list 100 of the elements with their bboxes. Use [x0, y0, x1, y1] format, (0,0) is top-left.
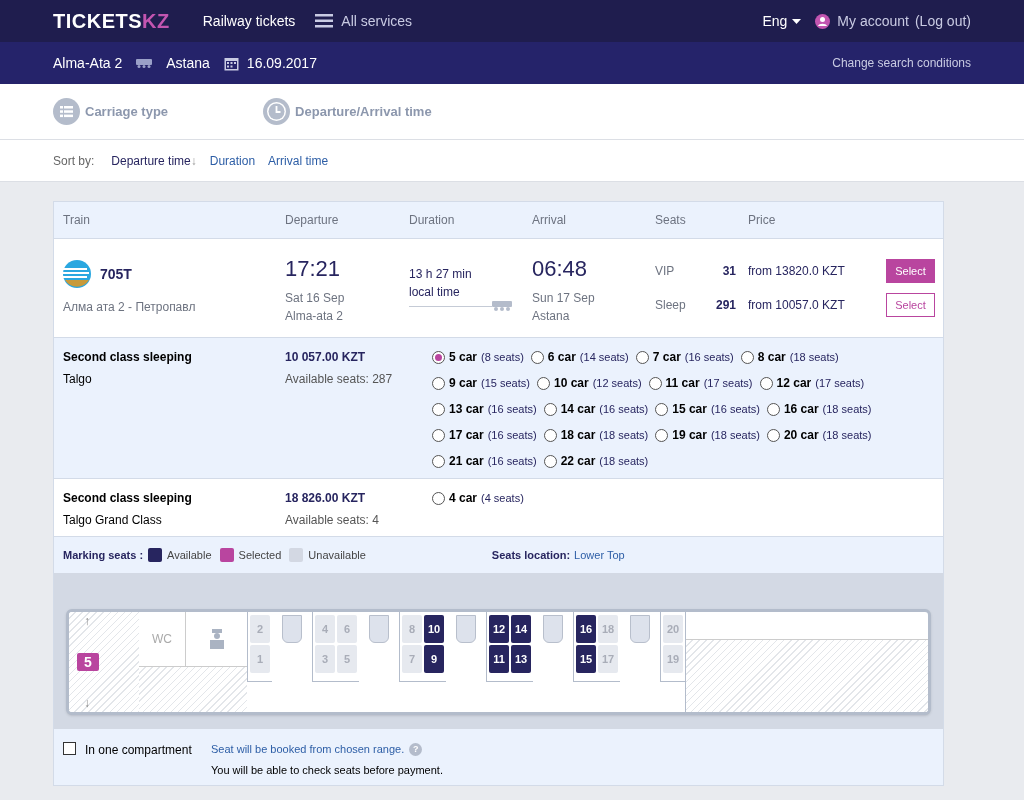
seat[interactable]: 10 — [424, 615, 444, 643]
car-option[interactable]: 22 car (18 seats) — [543, 451, 649, 471]
available-seats: Available seats: 4 — [285, 511, 432, 529]
column-header: Seats — [655, 212, 687, 229]
conductor-icon — [208, 629, 225, 649]
seat[interactable]: 12 — [489, 615, 509, 643]
origin-station: Alma-Ata 2 — [53, 53, 123, 73]
seat[interactable]: 15 — [576, 645, 596, 673]
departure-date: Sat 16 Sep — [285, 289, 346, 307]
seat[interactable]: 14 — [511, 615, 531, 643]
train-icon — [492, 301, 512, 311]
sort-label: Sort by: — [53, 152, 95, 170]
checkbox[interactable] — [63, 742, 76, 755]
select-button[interactable]: Select — [886, 293, 935, 317]
radio-button[interactable] — [766, 402, 780, 416]
seat[interactable]: 16 — [576, 615, 596, 643]
car-option[interactable]: 15 car (16 seats) — [655, 399, 760, 419]
down-arrow: ↓ — [83, 696, 91, 710]
sort-option[interactable]: Duration — [209, 151, 256, 170]
caret-icon — [792, 18, 802, 24]
sort-option[interactable]: Arrival time — [268, 151, 329, 170]
nav-link[interactable]: All services — [315, 10, 413, 32]
language-dropdown[interactable]: Eng — [762, 10, 802, 32]
radio-button[interactable] — [648, 376, 662, 390]
seat[interactable]: 13 — [511, 645, 531, 673]
car-option[interactable]: 10 car (12 seats) — [536, 373, 642, 393]
car-option[interactable]: 21 car (16 seats) — [432, 451, 537, 471]
car-number-badge: 5 — [77, 653, 99, 671]
arrival-time: 06:48 — [532, 254, 589, 283]
class-name: VIP — [655, 263, 676, 280]
car-option[interactable]: 8 car (18 seats) — [740, 347, 839, 367]
carriage-price: 10 057.00 KZT — [285, 349, 367, 366]
car-option[interactable]: 7 car (16 seats) — [635, 347, 734, 367]
radio-button[interactable] — [543, 454, 557, 468]
radio-button[interactable] — [635, 350, 649, 364]
account-link[interactable]: My account — [837, 10, 909, 32]
carriage-price: 18 826.00 KZT — [285, 490, 367, 507]
table-icon — [630, 615, 650, 643]
car-option[interactable]: 18 car (18 seats) — [543, 425, 649, 445]
radio-button[interactable] — [432, 376, 445, 390]
car-option[interactable]: 12 car (17 seats) — [759, 373, 865, 393]
radio-button[interactable] — [432, 454, 445, 468]
radio-button[interactable] — [543, 402, 557, 416]
radio-button[interactable] — [740, 350, 754, 364]
travel-date: 16.09.2017 — [246, 53, 317, 73]
seat[interactable]: 9 — [424, 645, 444, 673]
car-option[interactable]: 19 car (18 seats) — [655, 425, 760, 445]
car-option[interactable]: 4 car (4 seats) — [432, 488, 524, 508]
car-option[interactable]: 6 car (14 seats) — [530, 347, 629, 367]
radio-button[interactable] — [543, 428, 557, 442]
radio-button[interactable] — [766, 428, 780, 442]
radio-button[interactable] — [432, 402, 445, 416]
sort-option[interactable]: Departure time↓ — [111, 151, 197, 170]
radio-button[interactable] — [530, 350, 544, 364]
legend-label: Unavailable — [308, 547, 366, 563]
column-header: Arrival — [532, 212, 567, 229]
select-button[interactable]: Select — [886, 259, 935, 283]
payment-note: You will be able to check seats before payment. — [211, 762, 443, 778]
radio-button[interactable] — [536, 376, 550, 390]
radio-button[interactable] — [655, 428, 669, 442]
car-option[interactable]: 16 car (18 seats) — [766, 399, 872, 419]
seats-location-label: Seats location: — [491, 547, 571, 563]
arrival-date: Sun 17 Sep — [532, 289, 596, 307]
duration: 13 h 27 min — [409, 266, 473, 283]
railway-logo-icon — [63, 260, 91, 288]
car-option[interactable]: 13 car (16 seats) — [432, 399, 537, 419]
radio-button[interactable] — [432, 350, 445, 364]
departure-time: 17:21 — [285, 254, 342, 283]
nav-link[interactable]: Railway tickets — [202, 10, 296, 32]
column-header: Price — [748, 212, 777, 229]
menu-icon — [315, 14, 334, 28]
table-icon — [282, 615, 302, 643]
radio-button[interactable] — [759, 376, 773, 390]
seat[interactable]: 11 — [489, 645, 509, 673]
car-option[interactable]: 17 car (16 seats) — [432, 425, 537, 445]
carriage-type: Talgo Grand Class — [63, 512, 163, 529]
radio-button[interactable] — [655, 402, 669, 416]
radio-button[interactable] — [432, 428, 445, 442]
table-icon — [369, 615, 389, 643]
up-arrow: ↑ — [83, 614, 91, 628]
logout-link[interactable]: (Log out) — [914, 10, 971, 32]
seat-count: 291 — [714, 297, 736, 314]
car-option[interactable]: 9 car (15 seats) — [432, 373, 530, 393]
carriage-type: Talgo — [63, 371, 93, 388]
car-option[interactable]: 20 car (18 seats) — [766, 425, 872, 445]
car-option[interactable]: 11 car (17 seats) — [648, 373, 753, 393]
destination-station: Astana — [166, 53, 210, 73]
carriage-class: Second class sleeping — [63, 490, 193, 507]
logo[interactable]: TICKETSKZ — [53, 6, 170, 36]
radio-button[interactable] — [432, 491, 445, 505]
table-icon — [456, 615, 476, 643]
departure-station: Alma-ata 2 — [285, 307, 345, 325]
legend-label: Available — [167, 547, 212, 563]
car-option[interactable]: 5 car (8 seats) — [432, 347, 524, 367]
legend-label: Selected — [238, 547, 282, 563]
car-option[interactable]: 14 car (16 seats) — [543, 399, 649, 419]
carriage-class: Second class sleeping — [63, 349, 193, 366]
change-search-link[interactable]: Change search conditions — [832, 54, 971, 72]
train-route: Алма ата 2 - Петропавл — [63, 299, 197, 316]
seats-location-link[interactable]: Lower Top — [574, 546, 625, 564]
